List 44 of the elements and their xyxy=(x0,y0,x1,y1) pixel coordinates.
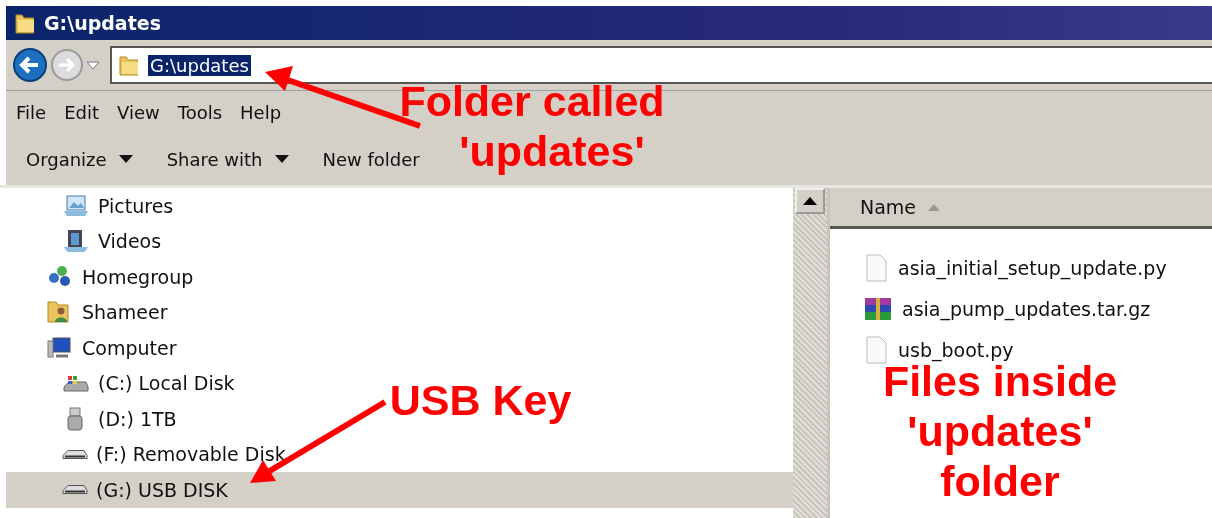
scroll-up-button[interactable] xyxy=(795,188,825,214)
tree-item[interactable]: (F:) Removable Disk xyxy=(6,436,292,472)
scrollbar[interactable] xyxy=(793,188,827,518)
drive-icon xyxy=(62,448,88,460)
pictures-icon xyxy=(62,192,90,219)
column-header[interactable]: Name xyxy=(860,196,917,218)
tree-item[interactable]: Pictures xyxy=(6,188,180,224)
folder-icon xyxy=(14,11,34,35)
toolbar-button[interactable]: New folder xyxy=(322,148,420,170)
document-icon xyxy=(864,253,888,282)
annotation-text: folder xyxy=(940,458,1060,504)
menu-item[interactable]: Edit xyxy=(58,101,111,123)
annotation-text: USB Key xyxy=(389,377,572,423)
menu-item[interactable]: Tools xyxy=(171,101,235,123)
annotation-text: 'updates' xyxy=(459,128,645,174)
window-title: G:\updates xyxy=(44,12,161,34)
file-name: asia_pump_updates.tar.gz xyxy=(902,297,1151,320)
tree-item[interactable]: Videos xyxy=(6,223,168,259)
file-name: asia_initial_setup_update.py xyxy=(898,256,1167,279)
address-field[interactable]: G:\updates xyxy=(110,46,1212,84)
tree-item[interactable]: Computer xyxy=(6,330,183,366)
archive-icon xyxy=(864,295,892,322)
up-arrow-icon xyxy=(803,197,817,205)
file-row[interactable]: asia_initial_setup_update.py xyxy=(864,247,1212,288)
annotation-text: 'updates' xyxy=(907,408,1093,454)
caret-icon[interactable] xyxy=(86,60,100,70)
tree-item[interactable]: Shameer xyxy=(6,294,174,330)
file-row[interactable]: asia_pump_updates.tar.gz xyxy=(864,288,1212,329)
toolbar-button[interactable]: Share with xyxy=(166,148,289,170)
address-path: G:\updates xyxy=(148,54,251,76)
menu-item[interactable]: File xyxy=(10,101,59,123)
menu-item[interactable]: Help xyxy=(234,101,294,123)
folder-icon xyxy=(118,53,138,77)
tree-item[interactable]: (D:) 1TB xyxy=(6,401,183,437)
file-name: usb_boot.py xyxy=(898,338,1014,361)
tree-item[interactable]: Homegroup xyxy=(6,259,200,295)
toolbar-button[interactable]: Organize xyxy=(26,148,133,170)
selected-tree-item[interactable]: (G:) USB DISK xyxy=(6,472,793,508)
menu-item[interactable]: View xyxy=(111,101,172,123)
document-icon xyxy=(864,335,888,364)
computer-icon xyxy=(46,334,74,361)
drive-icon xyxy=(62,484,88,496)
tree-item[interactable]: (C:) Local Disk xyxy=(6,365,241,401)
back-button[interactable] xyxy=(12,47,48,83)
